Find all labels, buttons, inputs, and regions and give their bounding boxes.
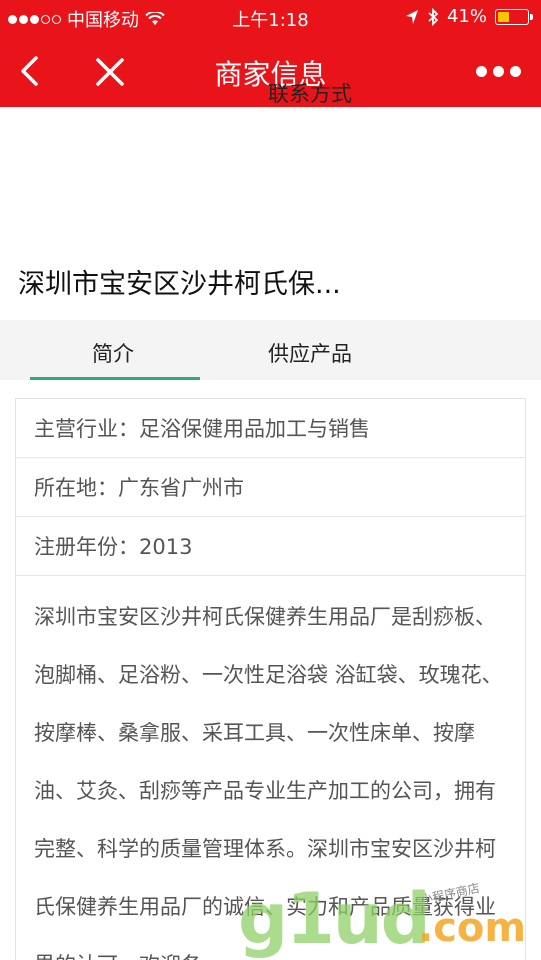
info-card: 主营行业：足浴保健用品加工与销售 所在地：广东省广州市 注册年份：2013 深圳…	[15, 398, 526, 960]
industry-row: 主营行业：足浴保健用品加工与销售	[16, 399, 525, 458]
watermark-domain: .com	[418, 905, 527, 951]
tab-intro[interactable]: 简介	[92, 338, 134, 368]
status-bar: 中国移动 上午1:18 41%	[0, 0, 541, 34]
merchant-name: 深圳市宝安区沙井柯氏保...	[18, 269, 341, 300]
bluetooth-icon	[428, 7, 439, 26]
tab-bar: 简介 供应产品	[0, 320, 541, 380]
tab-contact[interactable]: 联系方式	[268, 78, 352, 108]
location-row: 所在地：广东省广州市	[16, 458, 525, 517]
reg-year-row: 注册年份：2013	[16, 517, 525, 576]
battery-icon	[495, 8, 533, 25]
more-options-icon[interactable]	[476, 66, 521, 77]
watermark-logo: g1ud	[238, 878, 431, 960]
tab-products[interactable]: 供应产品	[268, 338, 352, 368]
active-tab-indicator	[30, 377, 200, 380]
battery-percent: 41%	[446, 6, 487, 27]
location-arrow-icon	[405, 9, 418, 24]
status-right: 41%	[405, 6, 533, 27]
